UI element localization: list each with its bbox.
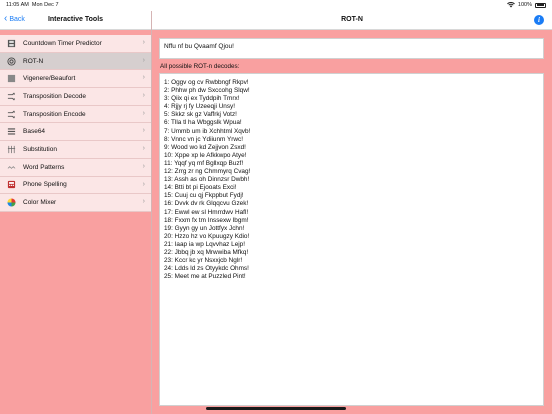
status-bar: 11:05 AM Mon Dec 7 100%	[0, 0, 552, 11]
sidebar-item-phone-spelling[interactable]: Phone Spelling ›	[0, 176, 151, 195]
result-line: 22: Jbbq jb xq Mrwwiba Mfkq!	[164, 248, 249, 256]
sidebar-item-vigenere[interactable]: Vigenere/Beaufort ›	[0, 70, 151, 89]
result-line: 12: Zrrg zr ng Chmmyrq Cvag!	[164, 168, 251, 176]
status-time: 11:05 AM Mon Dec 7	[6, 2, 59, 8]
result-line: 25: Meet me at Puzzled Pint!	[164, 273, 246, 281]
pattern-icon	[7, 163, 16, 172]
sidebar-item-transposition-decode[interactable]: Transposition Decode ›	[0, 88, 151, 106]
chevron-right-icon: ›	[142, 127, 145, 135]
results-label: All possible ROT-n decodes:	[160, 63, 240, 70]
tool-list: Countdown Timer Predictor › ROT-N › Vige…	[0, 35, 151, 212]
sidebar-item-label: Color Mixer	[23, 199, 57, 207]
phone-icon	[7, 180, 16, 189]
sidebar-item-label: Transposition Encode	[23, 110, 86, 118]
result-line: 6: Tlla tl ha Wbggslk Wpua!	[164, 119, 242, 127]
square-icon	[7, 74, 16, 83]
battery-icon	[535, 2, 546, 8]
shuffle-icon	[7, 92, 16, 101]
sidebar-item-countdown-timer[interactable]: Countdown Timer Predictor ›	[0, 35, 151, 53]
status-indicators: 100%	[507, 2, 546, 8]
sidebar-item-word-patterns[interactable]: Word Patterns ›	[0, 158, 151, 177]
chevron-right-icon: ›	[142, 56, 145, 64]
home-indicator[interactable]	[206, 407, 346, 410]
sidebar-title: Interactive Tools	[47, 16, 104, 23]
chevron-right-icon: ›	[142, 162, 145, 170]
result-line: 23: Kccr kc yr Nsxxjcb Nglr!	[164, 257, 243, 265]
result-line: 17: Ewwl ew sl Hmrrdwv Hafl!	[164, 208, 249, 216]
sidebar-item-substitution[interactable]: Substitution ›	[0, 141, 151, 159]
result-line: 4: Rjjy rj fy Uzeeqji Unsy!	[164, 103, 236, 111]
sidebar-item-label: Vigenere/Beaufort	[23, 75, 76, 83]
result-line: 7: Ummb um ib Xchhtml Xqvb!	[164, 127, 251, 135]
result-line: 3: Qiix qi ex Tyddpih Tmrx!	[164, 95, 240, 103]
result-line: 16: Dvvk dv rk Glqqcvu Gzek!	[164, 200, 249, 208]
result-line: 18: Fxxm fx tm Inssexw Ibgm!	[164, 216, 249, 224]
result-line: 21: Iaap ia wp Lqvvhaz Lejp!	[164, 240, 246, 248]
substitution-icon	[7, 145, 16, 154]
chevron-right-icon: ›	[142, 92, 145, 100]
chevron-right-icon: ›	[142, 74, 145, 82]
sidebar-item-label: Phone Spelling	[23, 181, 67, 189]
result-line: 13: Assh as oh Dinnzsr Dwbh!	[164, 176, 250, 184]
sidebar-item-label: Countdown Timer Predictor	[23, 39, 102, 47]
result-line: 24: Ldds ld zs Otyykdc Ohms!	[164, 265, 249, 273]
sidebar-item-color-mixer[interactable]: Color Mixer ›	[0, 194, 151, 212]
wifi-icon	[507, 2, 515, 8]
list-icon	[7, 127, 16, 136]
result-line: 8: Vnnc vn jc Ydiiunm Yrwc!	[164, 135, 243, 143]
result-line: 9: Wood wo kd Zejjvon Zsxd!	[164, 143, 246, 151]
result-line: 5: Skkz sk gz Vaffrkj Votz!	[164, 111, 237, 119]
cipher-input[interactable]: Nffu nf bu Qvaamf Qjou!	[159, 38, 544, 59]
result-line: 10: Xppe xp le Afkkwpo Atye!	[164, 151, 247, 159]
detail-navigation-bar: ROT-N i	[152, 11, 552, 30]
sidebar-item-label: Base64	[23, 128, 46, 136]
color-wheel-icon	[7, 198, 16, 207]
chevron-right-icon: ›	[142, 145, 145, 153]
result-line: 20: Hzzo hz vo Kpuugzy Kdio!	[164, 232, 250, 240]
sidebar-item-base64[interactable]: Base64 ›	[0, 123, 151, 142]
sidebar-item-label: Word Patterns	[23, 163, 65, 171]
sidebar-item-label: Substitution	[23, 145, 57, 153]
result-line: 15: Cuuj cu qj Fkppbut Fydj!	[164, 192, 244, 200]
battery-percent: 100%	[517, 2, 532, 8]
result-line: 14: Btti bt pi Ejooats Exci!	[164, 184, 237, 192]
sidebar-item-rot-n[interactable]: ROT-N ›	[0, 52, 151, 71]
result-line: 11: Yqqf yq mf Bgllxqp Buzf!	[164, 159, 244, 167]
shuffle-icon	[7, 110, 16, 119]
timer-icon	[7, 39, 16, 48]
result-line: 2: Phhw ph dw Sxccohg Slqw!	[164, 87, 250, 95]
info-icon[interactable]: i	[534, 15, 544, 25]
split-divider	[151, 11, 152, 414]
chevron-right-icon: ›	[142, 180, 145, 188]
results-text-view[interactable]: 1: Oggv og cv Rwbbngf Rkpv! 2: Phhw ph d…	[159, 73, 544, 406]
target-icon	[7, 56, 16, 66]
chevron-right-icon: ›	[142, 198, 145, 206]
sidebar-item-label: Transposition Decode	[23, 92, 86, 100]
sidebar-item-transposition-encode[interactable]: Transposition Encode ›	[0, 105, 151, 124]
sidebar-item-label: ROT-N	[23, 57, 44, 65]
chevron-right-icon: ›	[142, 109, 145, 117]
page-title: ROT-N	[341, 16, 363, 23]
result-line: 1: Oggv og cv Rwbbngf Rkpv!	[164, 79, 249, 86]
sidebar-navigation-bar: ‹ Back Interactive Tools	[0, 11, 151, 30]
result-line: 19: Gyyn gy un Jottfyx Jchn!	[164, 224, 245, 232]
chevron-right-icon: ›	[142, 39, 145, 46]
